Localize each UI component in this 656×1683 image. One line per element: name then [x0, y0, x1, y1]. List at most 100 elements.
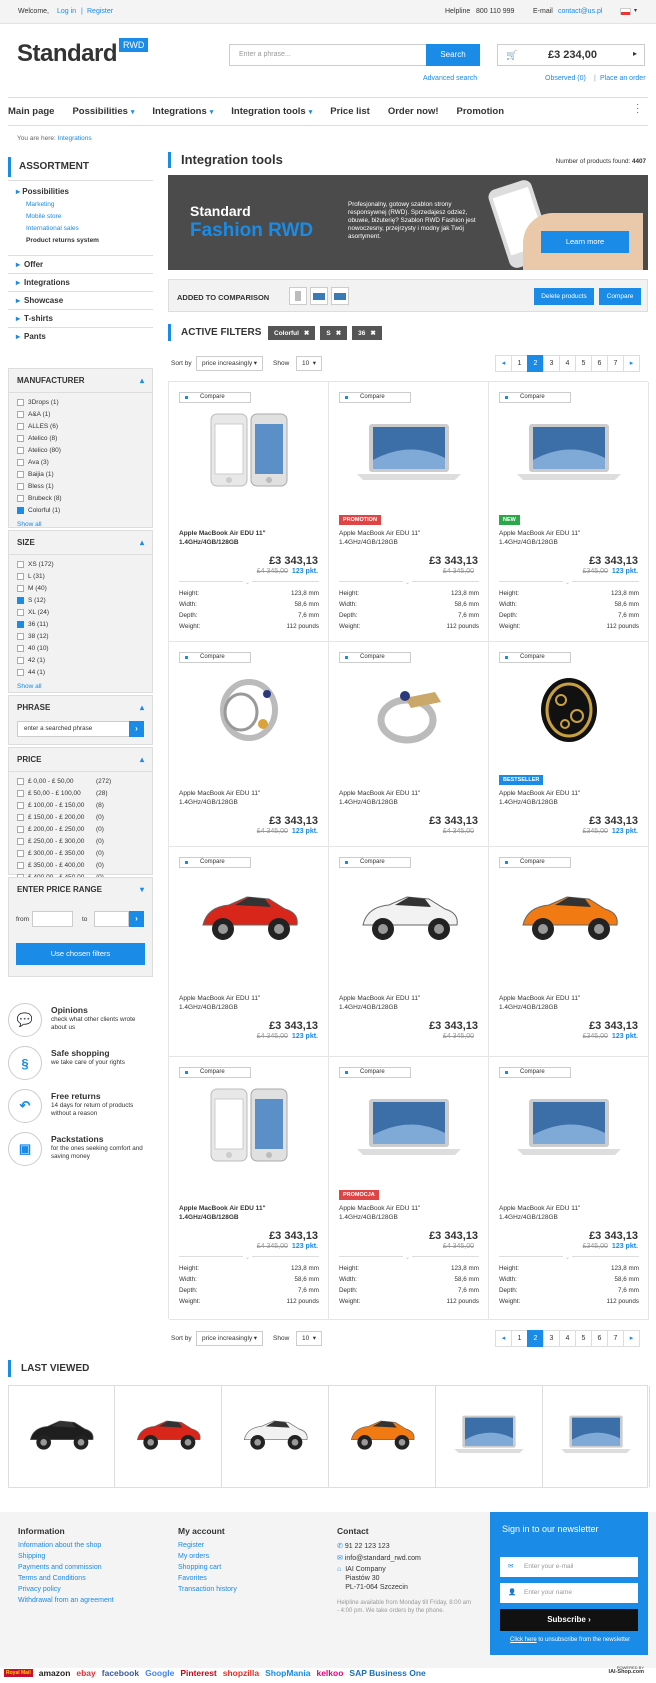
product-card[interactable]: Compare BESTSELLER Apple MacBook Air EDU 1…	[489, 642, 649, 847]
phrase-submit-icon[interactable]: ›	[129, 721, 144, 737]
nav-item[interactable]: Price list	[330, 106, 370, 117]
filter-option[interactable]: XS (172)	[9, 558, 152, 570]
footer-link[interactable]: Register	[178, 1542, 237, 1553]
page-link[interactable]: 3	[543, 1330, 560, 1347]
collapse-icon[interactable]: ▴	[140, 376, 144, 385]
last-viewed-item[interactable]	[436, 1386, 543, 1487]
page-link[interactable]: 1	[511, 1330, 528, 1347]
filter-option[interactable]: 40 (10)	[9, 642, 152, 654]
category-item[interactable]: ▸ Pants	[8, 327, 153, 345]
compare-checkbox[interactable]: Compare	[179, 857, 251, 868]
compare-thumb[interactable]	[310, 287, 328, 305]
product-card[interactable]: Compare PROMOTION Apple MacBook Air EDU 11…	[329, 382, 489, 642]
checkbox-icon[interactable]	[17, 434, 24, 442]
footer-link[interactable]: Transaction history	[178, 1586, 237, 1597]
checkbox-icon[interactable]	[17, 777, 24, 785]
cart-box[interactable]: 🛒 £3 234,00 ▸	[497, 44, 645, 66]
product-name[interactable]: Apple MacBook Air EDU 11" 1.4GHz/4GB/128…	[499, 994, 639, 1012]
register-link[interactable]: Register	[87, 8, 113, 15]
newsletter-email-input[interactable]: ✉ Enter your e-mail	[500, 1557, 638, 1577]
next-page-icon[interactable]: ▸	[623, 1330, 640, 1347]
footer-link[interactable]: My orders	[178, 1553, 237, 1564]
product-image[interactable]	[189, 1085, 309, 1165]
page-link[interactable]: 6	[591, 1330, 608, 1347]
collapse-icon[interactable]: ▴	[140, 538, 144, 547]
close-icon[interactable]: ✖	[336, 330, 341, 337]
checkbox-icon[interactable]	[17, 560, 24, 568]
collapse-icon[interactable]: ▴	[140, 703, 144, 712]
feature-item[interactable]: 💬 Opinions check what other clients wrote …	[8, 1001, 158, 1041]
category-possibilities[interactable]: ▸ Possibilities	[8, 187, 153, 201]
chevron-down-icon[interactable]: ⌄	[243, 1254, 253, 1261]
product-name[interactable]: Apple MacBook Air EDU 11" 1.4GHz/4GB/128…	[179, 1204, 319, 1222]
product-name[interactable]: Apple MacBook Air EDU 11" 1.4GHz/4GB/128…	[339, 529, 479, 547]
nav-item[interactable]: Possibilities ▾	[72, 106, 134, 117]
filter-option[interactable]: 36 (11)	[9, 618, 152, 630]
compare-checkbox[interactable]: Compare	[179, 392, 251, 403]
chevron-down-icon[interactable]: ⌄	[243, 579, 253, 586]
product-image[interactable]	[189, 875, 309, 955]
checkbox-icon[interactable]	[17, 482, 24, 490]
price-option[interactable]: £ 50,00 - £ 100,00 (28)	[9, 787, 152, 799]
close-icon[interactable]: ✖	[304, 330, 309, 337]
product-name[interactable]: Apple MacBook Air EDU 11" 1.4GHz/4GB/128…	[499, 789, 639, 807]
chevron-down-icon[interactable]: ⌄	[563, 579, 573, 586]
price-option[interactable]: £ 250,00 - £ 300,00 (0)	[9, 835, 152, 847]
product-name[interactable]: Apple MacBook Air EDU 11" 1.4GHz/4GB/128…	[179, 994, 319, 1012]
filter-option[interactable]: Atelico (80)	[9, 444, 152, 456]
page-link[interactable]: 4	[559, 355, 576, 372]
checkbox-icon[interactable]	[17, 398, 24, 406]
product-image[interactable]	[509, 875, 629, 955]
subcategory-link[interactable]: International sales	[8, 225, 153, 237]
checkbox-icon[interactable]	[17, 446, 24, 454]
phrase-input[interactable]: enter a searched phrase	[17, 721, 130, 737]
checkbox-icon[interactable]	[17, 494, 24, 502]
page-link[interactable]: 5	[575, 355, 592, 372]
unsubscribe-link[interactable]: Click here	[510, 1637, 537, 1643]
advanced-search-link[interactable]: Advanced search	[423, 75, 477, 82]
footer-link[interactable]: Favorites	[178, 1575, 237, 1586]
filter-option[interactable]: Ava (3)	[9, 456, 152, 468]
page-link[interactable]: 3	[543, 355, 560, 372]
filter-option[interactable]: XL (24)	[9, 606, 152, 618]
product-card[interactable]: Compare NEW Apple MacBook Air EDU 11" 1.4G…	[489, 382, 649, 642]
last-viewed-item[interactable]	[329, 1386, 436, 1487]
compare-checkbox[interactable]: Compare	[499, 652, 571, 663]
product-card[interactable]: Compare PROMOCJA Apple MacBook Air EDU 11"…	[329, 1057, 489, 1320]
delete-products-button[interactable]: Delete products	[534, 288, 594, 305]
nav-item[interactable]: Integration tools ▾	[231, 106, 312, 117]
last-viewed-item[interactable]	[115, 1386, 222, 1487]
filter-option[interactable]: 42 (1)	[9, 654, 152, 666]
compare-checkbox[interactable]: Compare	[179, 1067, 251, 1078]
checkbox-icon[interactable]	[17, 422, 24, 430]
footer-link[interactable]: Terms and Conditions	[18, 1575, 114, 1586]
checkbox-checked-icon[interactable]	[17, 506, 24, 514]
footer-link[interactable]: Information about the shop	[18, 1542, 114, 1553]
filter-tag[interactable]: 36 ✖	[352, 326, 382, 340]
filter-option[interactable]: L (31)	[9, 570, 152, 582]
product-card[interactable]: Compare Apple MacBook Air EDU 11" 1.4GHz/…	[169, 382, 329, 642]
product-card[interactable]: Compare Apple MacBook Air EDU 11" 1.4GHz/…	[329, 847, 489, 1057]
product-name[interactable]: Apple MacBook Air EDU 11" 1.4GHz/4GB/128…	[339, 1204, 479, 1222]
checkbox-icon[interactable]	[17, 584, 24, 592]
size-title[interactable]: SIZE ▴	[9, 531, 152, 555]
product-card[interactable]: Compare Apple MacBook Air EDU 11" 1.4GHz/…	[169, 1057, 329, 1320]
product-image[interactable]	[349, 1085, 469, 1165]
subcategory-link[interactable]: Product returns system	[8, 237, 153, 249]
product-name[interactable]: Apple MacBook Air EDU 11" 1.4GHz/4GB/128…	[499, 1204, 639, 1222]
filter-option[interactable]: Colorful (1)	[9, 504, 152, 516]
compare-checkbox[interactable]: Compare	[339, 652, 411, 663]
compare-thumb[interactable]	[289, 287, 307, 305]
sort-select[interactable]: price increasingly ▾	[196, 356, 263, 371]
phrase-title[interactable]: PHRASE ▴	[9, 696, 152, 719]
compare-checkbox[interactable]: Compare	[499, 857, 571, 868]
product-image[interactable]	[509, 1085, 629, 1165]
subscribe-button[interactable]: Subscribe ›	[500, 1609, 638, 1631]
page-link[interactable]: 6	[591, 355, 608, 372]
chevron-down-icon[interactable]: ⌄	[563, 1254, 573, 1261]
filter-option[interactable]: 44 (1)	[9, 666, 152, 678]
filter-option[interactable]: 38 (12)	[9, 630, 152, 642]
promo-banner[interactable]: Standard Fashion RWD Profesjonalny, goto…	[168, 175, 648, 270]
filter-option[interactable]: Atelico (8)	[9, 432, 152, 444]
checkbox-icon[interactable]	[17, 813, 24, 821]
